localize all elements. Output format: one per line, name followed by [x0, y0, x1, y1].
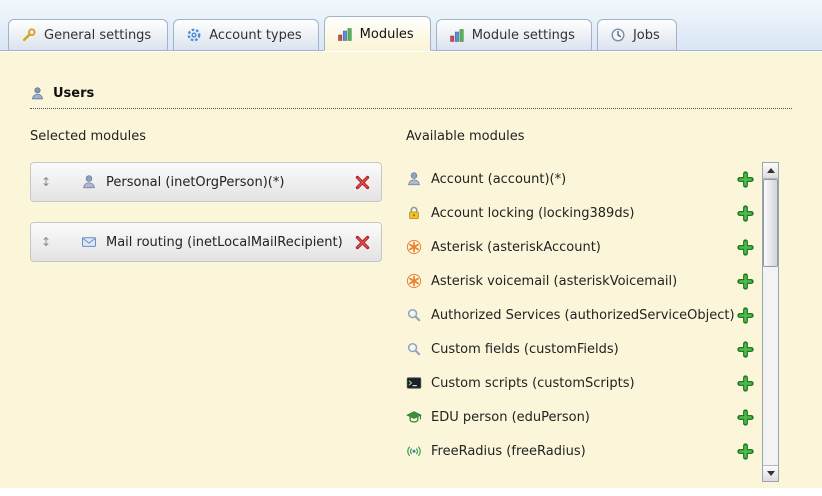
gear-icon	[186, 27, 202, 43]
asterisk-icon	[406, 239, 422, 255]
scroll-up-button[interactable]	[763, 163, 778, 179]
terminal-icon	[406, 375, 422, 391]
selected-modules-column: Selected modules ↕ Personal (inetOrgPers…	[30, 129, 382, 489]
add-module-button[interactable]	[737, 239, 754, 256]
tab-label: Account types	[209, 28, 301, 43]
chart-icon	[449, 27, 465, 43]
add-module-button[interactable]	[737, 409, 754, 426]
tab-module-settings[interactable]: Module settings	[436, 19, 592, 51]
module-label: Personal (inetOrgPerson)(*)	[106, 175, 354, 190]
wrench-icon	[21, 27, 37, 43]
tab-account-types[interactable]: Account types	[173, 19, 318, 51]
lock-icon	[406, 205, 422, 221]
tab-bar: General settings Account types Modules M…	[8, 16, 677, 51]
settings-page: General settings Account types Modules M…	[0, 0, 822, 496]
magnifier-icon	[406, 307, 422, 323]
content-area: Users Selected modules ↕ Personal (inetO…	[0, 52, 822, 488]
available-module-freeradius-freeradius: FreeRadius (freeRadius)	[406, 434, 756, 468]
edu-icon	[406, 409, 422, 425]
section-heading: Users	[30, 86, 792, 109]
module-columns: Selected modules ↕ Personal (inetOrgPers…	[30, 129, 792, 489]
module-label: EDU person (eduPerson)	[431, 410, 737, 425]
radio-icon	[406, 443, 422, 459]
tab-label: Modules	[360, 27, 414, 42]
tab-general-settings[interactable]: General settings	[8, 19, 168, 51]
person-icon	[406, 171, 422, 187]
section-title: Users	[53, 86, 94, 101]
chart-icon	[337, 26, 353, 42]
available-module-account-locking-locking389ds: Account locking (locking389ds)	[406, 196, 756, 230]
tab-header: General settings Account types Modules M…	[0, 0, 822, 51]
tab-jobs[interactable]: Jobs	[597, 19, 677, 51]
drag-handle-icon[interactable]: ↕	[37, 175, 55, 189]
available-modules-list: Account (account)(*) Account locking (lo…	[406, 162, 756, 468]
available-module-asterisk-asteriskaccount: Asterisk (asteriskAccount)	[406, 230, 756, 264]
add-module-button[interactable]	[737, 375, 754, 392]
module-label: Authorized Services (authorizedServiceOb…	[431, 308, 737, 323]
module-label: Custom fields (customFields)	[431, 342, 737, 357]
module-label: Account (account)(*)	[431, 172, 737, 187]
scroll-down-button[interactable]	[763, 465, 778, 481]
module-label: Asterisk voicemail (asteriskVoicemail)	[431, 274, 737, 289]
mail-icon	[81, 234, 97, 250]
add-module-button[interactable]	[737, 443, 754, 460]
magnifier-icon	[406, 341, 422, 357]
available-module-authorized-services-authorizedserviceobject: Authorized Services (authorizedServiceOb…	[406, 298, 756, 332]
page-bottom-strip	[0, 488, 822, 496]
tab-label: Module settings	[472, 28, 575, 43]
module-label: Account locking (locking389ds)	[431, 206, 737, 221]
scroll-up-icon	[767, 168, 775, 173]
add-module-button[interactable]	[737, 171, 754, 188]
module-label: Mail routing (inetLocalMailRecipient)	[106, 235, 354, 250]
available-modules-heading: Available modules	[406, 129, 756, 144]
selected-module-personal-inetorgperson: ↕ Personal (inetOrgPerson)(*)	[30, 162, 382, 202]
add-module-button[interactable]	[737, 205, 754, 222]
module-label: Asterisk (asteriskAccount)	[431, 240, 737, 255]
scrollbar[interactable]	[762, 162, 779, 482]
tab-modules[interactable]: Modules	[324, 16, 431, 51]
scroll-down-icon	[767, 471, 775, 476]
drag-handle-icon[interactable]: ↕	[37, 235, 55, 249]
tab-label: Jobs	[633, 28, 660, 43]
selected-modules-heading: Selected modules	[30, 129, 382, 144]
module-label: FreeRadius (freeRadius)	[431, 444, 737, 459]
available-modules-column: Available modules Account (account)(*) A…	[406, 129, 792, 489]
clock-icon	[610, 27, 626, 43]
available-module-custom-fields-customfields: Custom fields (customFields)	[406, 332, 756, 366]
person-icon	[81, 174, 97, 190]
available-module-account-account: Account (account)(*)	[406, 162, 756, 196]
module-label: Custom scripts (customScripts)	[431, 376, 737, 391]
scroll-track[interactable]	[763, 179, 778, 465]
scroll-thumb[interactable]	[763, 179, 778, 267]
selected-module-mail-routing-inetlocalmailrecipient: ↕ Mail routing (inetLocalMailRecipient)	[30, 222, 382, 262]
tab-label: General settings	[44, 28, 151, 43]
add-module-button[interactable]	[737, 307, 754, 324]
available-module-edu-person-eduperson: EDU person (eduPerson)	[406, 400, 756, 434]
add-module-button[interactable]	[737, 341, 754, 358]
available-module-custom-scripts-customscripts: Custom scripts (customScripts)	[406, 366, 756, 400]
user-icon	[30, 86, 45, 101]
available-module-asterisk-voicemail-asteriskvoicemail: Asterisk voicemail (asteriskVoicemail)	[406, 264, 756, 298]
remove-module-button[interactable]	[354, 174, 371, 191]
selected-modules-list: ↕ Personal (inetOrgPerson)(*) ↕ Mail rou…	[30, 162, 382, 262]
remove-module-button[interactable]	[354, 234, 371, 251]
add-module-button[interactable]	[737, 273, 754, 290]
asterisk-icon	[406, 273, 422, 289]
